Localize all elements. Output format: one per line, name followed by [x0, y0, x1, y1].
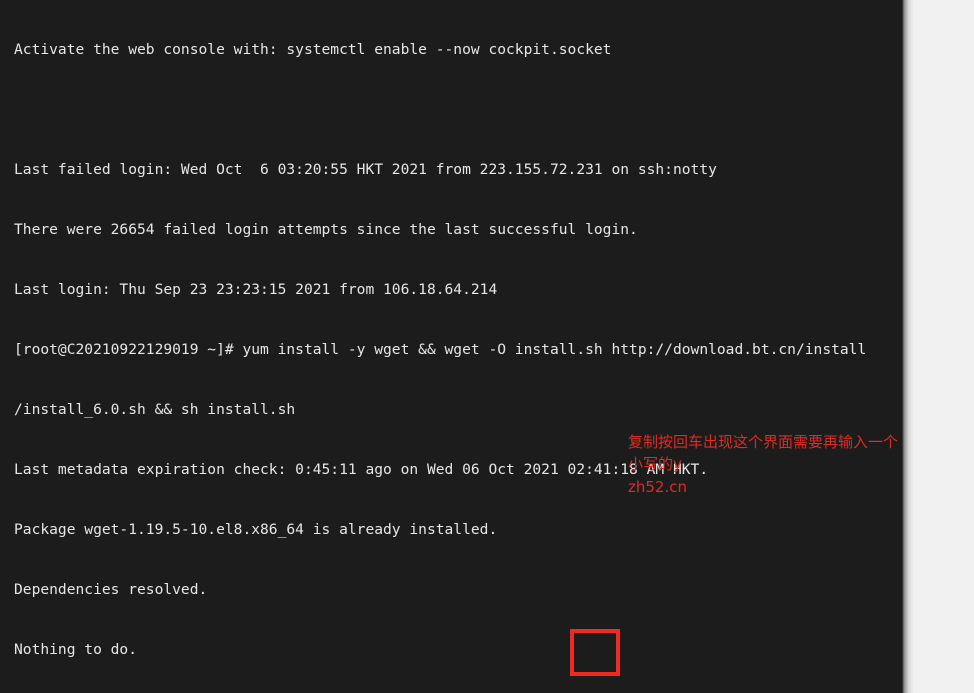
- terminal-line: Nothing to do.: [14, 641, 138, 658]
- terminal-line: [root@C20210922129019 ~]# yum install -y…: [14, 341, 867, 358]
- terminal-right-edge: [902, 0, 914, 693]
- terminal-line: There were 26654 failed login attempts s…: [14, 221, 638, 238]
- terminal-line: Activate the web console with: systemctl…: [14, 41, 612, 58]
- annotation-site: zh52.cn: [628, 478, 687, 496]
- terminal-output: Activate the web console with: systemctl…: [14, 0, 894, 693]
- terminal-line: /install_6.0.sh && sh install.sh: [14, 401, 296, 418]
- annotation-text: 复制按回车出现这个界面需要再输入一个小写的y: [628, 433, 899, 473]
- terminal-line: Last login: Thu Sep 23 23:23:15 2021 fro…: [14, 281, 498, 298]
- red-annotation-note: 复制按回车出现这个界面需要再输入一个小写的y zh52.cn: [628, 431, 898, 498]
- terminal-window[interactable]: Activate the web console with: systemctl…: [0, 0, 902, 693]
- terminal-line: Dependencies resolved.: [14, 581, 208, 598]
- terminal-line: Last failed login: Wed Oct 6 03:20:55 HK…: [14, 161, 717, 178]
- terminal-line: Package wget-1.19.5-10.el8.x86_64 is alr…: [14, 521, 498, 538]
